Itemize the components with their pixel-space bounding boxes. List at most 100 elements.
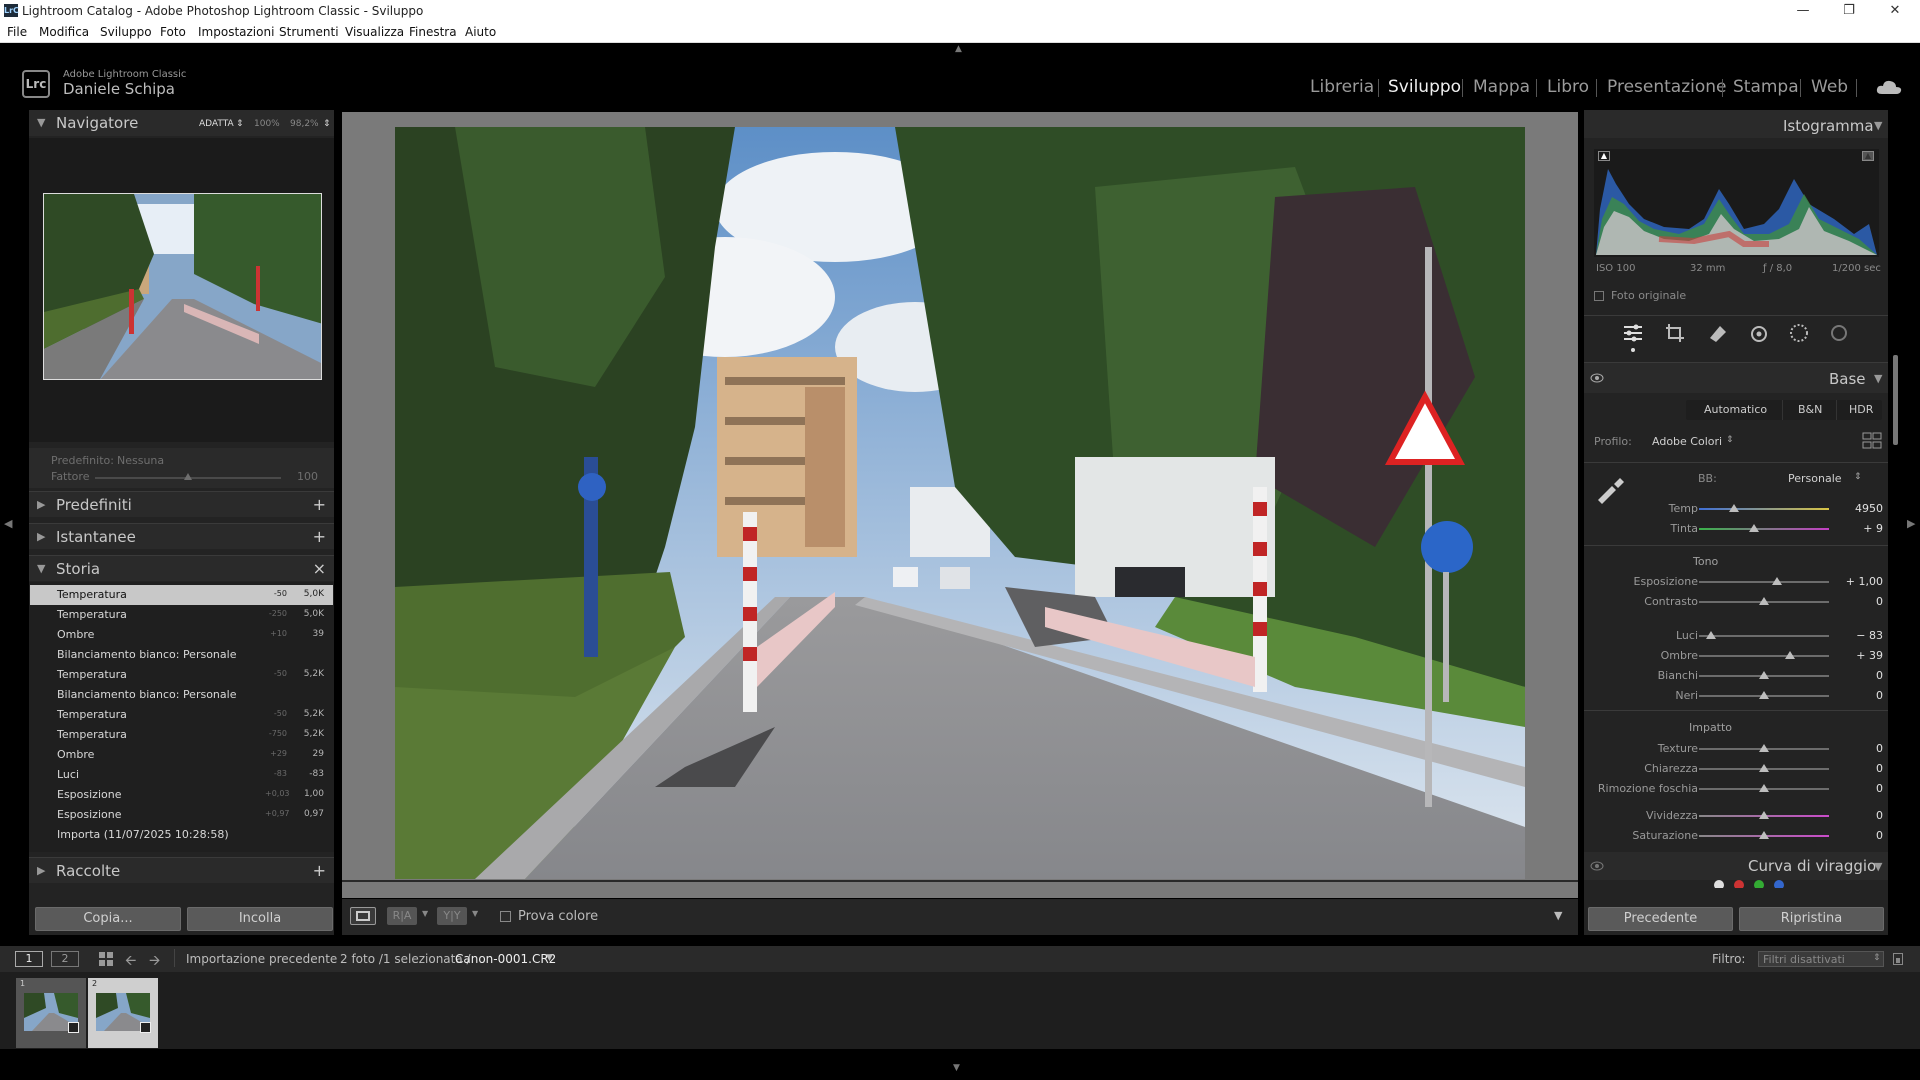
history-row[interactable]: Bilanciamento bianco: Personale xyxy=(30,645,333,665)
menu-finestra[interactable]: Finestra xyxy=(409,25,457,39)
collapse-left-arrow-icon[interactable]: ◀ xyxy=(4,517,12,530)
back-arrow-icon[interactable]: 🡨 xyxy=(125,950,136,974)
tint-slider[interactable]: Tinta + 9 xyxy=(1588,520,1888,538)
history-row[interactable]: Temperatura -50 5,2K xyxy=(30,665,333,685)
slider-value[interactable]: 0 xyxy=(1833,809,1883,822)
zoom-100-option[interactable]: 100% xyxy=(254,119,280,129)
navigator-header[interactable]: ▼ Navigatore ADATTA ⇕ 100% 98,2% ⇕ xyxy=(29,110,334,136)
shadow-clipping-icon[interactable]: ▲ xyxy=(1598,151,1610,161)
soft-proof-checkbox[interactable] xyxy=(500,911,511,922)
navigator-thumbnail[interactable] xyxy=(43,193,322,380)
menu-foto[interactable]: Foto xyxy=(160,25,186,39)
current-filename[interactable]: Canon-0001.CR2 xyxy=(455,952,556,966)
histogram-chart[interactable]: ▲ ▲ xyxy=(1594,149,1879,257)
histogram-header[interactable]: Istogramma ▼ xyxy=(1584,110,1888,138)
slider-value[interactable]: 4950 xyxy=(1833,502,1883,515)
history-row[interactable]: Temperatura -50 5,0K xyxy=(30,585,333,605)
view-dropdown-icon[interactable]: ▼ xyxy=(422,909,428,918)
texture-slider[interactable]: Texture 0 xyxy=(1588,740,1888,758)
menu-aiuto[interactable]: Aiuto xyxy=(465,25,496,39)
module-libreria[interactable]: Libreria xyxy=(1310,77,1374,97)
treatment-hdr[interactable]: HDR xyxy=(1849,403,1873,416)
collapse-triangle-icon[interactable]: ▼ xyxy=(1874,860,1882,873)
filmstrip-thumb-2[interactable]: 2 xyxy=(88,978,158,1048)
add-preset-icon[interactable]: + xyxy=(313,495,326,514)
tone-curve-header[interactable]: Curva di viraggio ▼ xyxy=(1584,852,1888,880)
slider-knob[interactable] xyxy=(1759,764,1769,772)
history-row[interactable]: Bilanciamento bianco: Personale xyxy=(30,685,333,705)
swap-dropdown-icon[interactable]: ▼ xyxy=(472,909,478,918)
cloud-icon[interactable] xyxy=(1876,79,1902,95)
collapse-triangle-icon[interactable]: ▼ xyxy=(1874,372,1882,385)
slider-knob[interactable] xyxy=(1759,691,1769,699)
slider-track[interactable] xyxy=(1699,635,1829,637)
module-stampa[interactable]: Stampa xyxy=(1733,77,1799,97)
clear-history-icon[interactable]: × xyxy=(313,559,326,578)
menu-strumenti[interactable]: Strumenti xyxy=(279,25,339,39)
slider-track[interactable] xyxy=(1699,508,1829,510)
filter-lock-icon[interactable] xyxy=(1893,953,1903,965)
preset-factor-knob[interactable] xyxy=(184,473,192,480)
filmstrip-thumb-1[interactable]: 1 xyxy=(16,978,86,1048)
previous-button[interactable]: Precedente xyxy=(1588,907,1733,931)
slider-knob[interactable] xyxy=(1759,784,1769,792)
base-header[interactable]: Base ▼ xyxy=(1584,363,1888,393)
slider-value[interactable]: + 9 xyxy=(1833,522,1883,535)
filter-dropdown[interactable]: Filtri disattivati ⇕ xyxy=(1758,951,1884,967)
before-after-lr-button[interactable]: R|A xyxy=(387,907,417,925)
healing-eraser-icon[interactable] xyxy=(1706,322,1728,344)
close-window-button[interactable]: ✕ xyxy=(1872,0,1918,22)
profile-dropdown-icon[interactable]: ⇕ xyxy=(1726,435,1734,445)
zoom-custom-option[interactable]: 98,2% xyxy=(290,119,319,129)
exposure-slider[interactable]: Esposizione + 1,00 xyxy=(1588,573,1888,591)
module-presentazione[interactable]: Presentazione xyxy=(1607,77,1726,97)
slider-knob[interactable] xyxy=(1749,524,1759,532)
zoom-fit-option[interactable]: ADATTA xyxy=(199,119,234,129)
highlights-slider[interactable]: Luci − 83 xyxy=(1588,627,1888,645)
history-header[interactable]: ▼ Storia × xyxy=(29,555,334,581)
slider-value[interactable]: 0 xyxy=(1833,669,1883,682)
history-row[interactable]: Luci -83 -83 xyxy=(30,765,333,785)
slider-value[interactable]: 0 xyxy=(1833,742,1883,755)
wb-eyedropper-icon[interactable] xyxy=(1594,470,1628,504)
collapse-top-arrow-icon[interactable]: ▲ xyxy=(955,44,962,54)
add-snapshot-icon[interactable]: + xyxy=(313,527,326,546)
slider-knob[interactable] xyxy=(1759,671,1769,679)
source-label[interactable]: Importazione precedente xyxy=(186,952,337,966)
slider-knob[interactable] xyxy=(1785,651,1795,659)
secondary-window-button[interactable]: 2 xyxy=(51,951,79,967)
dehaze-slider[interactable]: Rimozione foschia 0 xyxy=(1588,780,1888,798)
temp-slider[interactable]: Temp 4950 xyxy=(1588,500,1888,518)
contrast-slider[interactable]: Contrasto 0 xyxy=(1588,593,1888,611)
menu-modifica[interactable]: Modifica xyxy=(39,25,89,39)
history-row[interactable]: Esposizione +0,97 0,97 xyxy=(30,805,333,825)
profile-dropdown[interactable]: Adobe Colori xyxy=(1652,435,1722,448)
slider-value[interactable]: − 83 xyxy=(1833,629,1883,642)
reset-button[interactable]: Ripristina xyxy=(1739,907,1884,931)
slider-value[interactable]: 0 xyxy=(1833,595,1883,608)
curve-channel-white-icon[interactable] xyxy=(1714,880,1724,888)
slider-knob[interactable] xyxy=(1729,504,1739,512)
history-row[interactable]: Temperatura -50 5,2K xyxy=(30,705,333,725)
slider-value[interactable]: 0 xyxy=(1833,762,1883,775)
saturation-slider[interactable]: Saturazione 0 xyxy=(1588,827,1888,845)
slider-track[interactable] xyxy=(1699,528,1829,530)
collections-header[interactable]: ▶ Raccolte + xyxy=(29,857,334,883)
module-sviluppo[interactable]: Sviluppo xyxy=(1388,77,1461,97)
edit-sliders-icon[interactable] xyxy=(1622,322,1644,344)
filename-dropdown-icon[interactable]: ▼ xyxy=(546,953,553,963)
slider-track[interactable] xyxy=(1699,581,1829,583)
zoom-dropdown-icon[interactable]: ⇕ xyxy=(236,119,244,129)
panel-scrollbar[interactable] xyxy=(1893,355,1898,445)
paste-settings-button[interactable]: Incolla xyxy=(187,907,333,931)
snapshots-header[interactable]: ▶ Istantanee + xyxy=(29,523,334,549)
menu-file[interactable]: File xyxy=(7,25,27,39)
treatment-bw[interactable]: B&N xyxy=(1798,403,1822,416)
collapse-bottom-arrow-icon[interactable]: ▼ xyxy=(953,1063,960,1073)
main-photo[interactable] xyxy=(395,127,1525,879)
slider-knob[interactable] xyxy=(1706,631,1716,639)
original-photo-checkbox[interactable] xyxy=(1594,291,1604,301)
wb-dropdown-icon[interactable]: ⇕ xyxy=(1854,472,1862,482)
clarity-slider[interactable]: Chiarezza 0 xyxy=(1588,760,1888,778)
slider-value[interactable]: 0 xyxy=(1833,689,1883,702)
